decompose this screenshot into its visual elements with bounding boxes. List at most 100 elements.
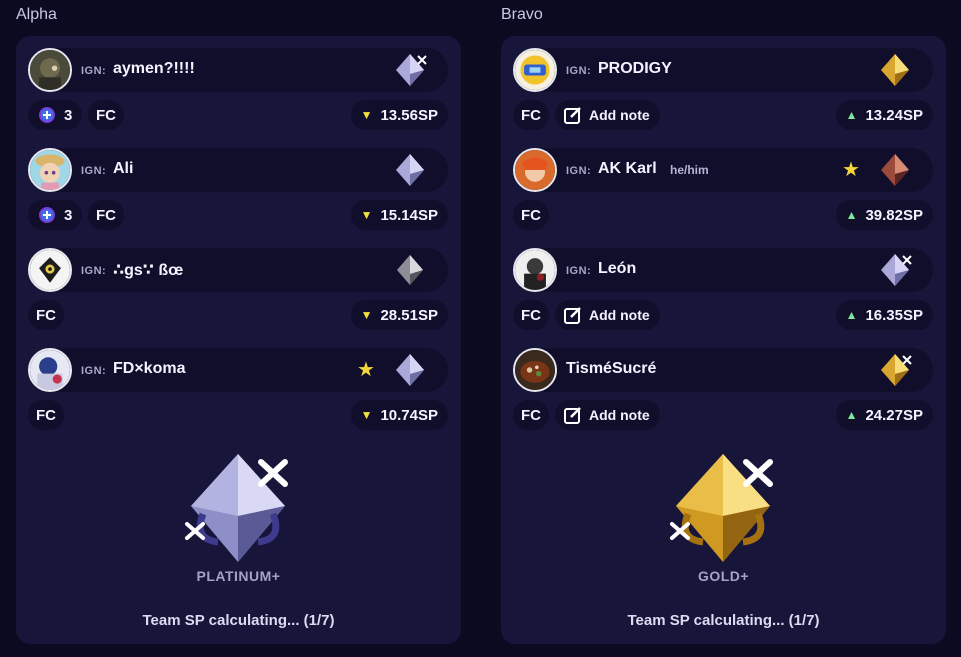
ign-prefix: IGN: [81,65,107,77]
player-name-bar[interactable]: TisméSucré [513,348,933,392]
add-note-button[interactable]: Add note [555,300,660,330]
player-avatar[interactable] [513,248,557,292]
player-avatar[interactable] [28,248,72,292]
add-note-label: Add note [589,407,650,423]
fc-label: FC [96,206,116,224]
player-avatar[interactable] [513,148,557,192]
sp-value: 13.24SP [865,106,923,124]
ign-prefix: IGN: [81,165,107,177]
edit-note-icon [564,307,581,324]
sp-badge: ▼ 13.56SP [350,100,448,130]
player-name-bar[interactable]: IGN: FD×koma ★ [28,348,448,392]
player-card[interactable]: TisméSucré FC Add note ▲ 24.27SP [513,348,933,434]
sp-badge: ▲ 13.24SP [835,100,933,130]
fc-label: FC [521,406,541,424]
sp-badge: ▲ 24.27SP [835,400,933,430]
gold-rank-icon [881,354,912,386]
ign-prefix: IGN: [81,365,107,377]
fc-label: FC [521,106,541,124]
player-avatar[interactable] [28,348,72,392]
plus-badge[interactable]: 3 [28,100,82,130]
fc-label: FC [36,406,56,424]
team-bravo-panel: IGN: PRODIGY FC Add note ▲ 13.24SP IGN: … [501,36,946,644]
player-avatar[interactable] [28,148,72,192]
add-note-label: Add note [589,307,650,323]
fc-label: FC [521,206,541,224]
plus-count: 3 [64,206,73,224]
team-rank-label: GOLD+ [697,568,750,584]
fc-button[interactable]: FC [513,400,549,430]
sp-value: 13.56SP [380,106,438,124]
ign-prefix: IGN: [566,265,592,277]
player-name: Ali [113,160,134,177]
platinum-rank-icon [396,154,424,186]
plus-circle-icon [39,107,55,123]
fc-button[interactable]: FC [88,100,124,130]
add-note-label: Add note [589,107,650,123]
player-name: ∴gs∵ ßœ [113,262,184,279]
player-name: FD×koma [113,360,186,377]
player-avatar[interactable] [513,48,557,92]
player-name: PRODIGY [598,60,672,77]
player-name-bar[interactable]: IGN: Ali [28,148,448,192]
player-avatar[interactable] [28,48,72,92]
player-card[interactable]: IGN: PRODIGY FC Add note ▲ 13.24SP [513,48,933,134]
sp-badge: ▲ 16.35SP [835,300,933,330]
fc-button[interactable]: FC [513,200,549,230]
player-avatar[interactable] [513,348,557,392]
gold-emblem-icon [670,454,773,562]
ign-prefix: IGN: [566,165,592,177]
player-name-bar[interactable]: IGN: AK Karl he/him ★ [513,148,933,192]
pronouns-label: he/him [670,163,709,177]
sp-badge: ▲ 39.82SP [835,200,933,230]
fc-button[interactable]: FC [513,100,549,130]
platinum-rank-icon [881,254,912,286]
fc-button[interactable]: FC [513,300,549,330]
gold-rank-icon [881,54,909,86]
player-name-bar[interactable]: IGN: ∴gs∵ ßœ [28,248,448,292]
team-alpha-panel: IGN: aymen?!!!! 3 FC ▼ 13.56SP IGN: Ali … [16,36,461,644]
player-name-bar[interactable]: IGN: León [513,248,933,292]
platinum-emblem-icon [185,454,288,562]
player-card[interactable]: IGN: Ali 3 FC ▼ 15.14SP [28,148,448,234]
sp-up-arrow-icon: ▲ [845,108,858,122]
sp-down-arrow-icon: ▼ [360,408,373,422]
sp-up-arrow-icon: ▲ [845,208,858,222]
sp-down-arrow-icon: ▼ [360,208,373,222]
sp-up-arrow-icon: ▲ [845,408,858,422]
team-sp-status: Team SP calculating... (1/7) [627,612,820,629]
add-note-button[interactable]: Add note [555,100,660,130]
player-card[interactable]: IGN: León FC Add note ▲ 16.35SP [513,248,933,334]
sp-value: 16.35SP [865,306,923,324]
team-alpha-label: Alpha [16,6,57,23]
star-icon[interactable]: ★ [842,160,862,180]
silver-rank-icon [397,255,423,285]
team-sp-status: Team SP calculating... (1/7) [142,612,335,629]
edit-note-icon [564,107,581,124]
bronze-rank-icon [881,154,909,186]
plus-circle-icon [39,207,55,223]
fc-button[interactable]: FC [88,200,124,230]
player-name: León [598,260,637,277]
player-card[interactable]: IGN: ∴gs∵ ßœ FC ▼ 28.51SP [28,248,448,334]
sp-down-arrow-icon: ▼ [360,108,373,122]
player-card[interactable]: IGN: FD×koma ★ FC ▼ 10.74SP [28,348,448,434]
sp-value: 24.27SP [865,406,923,424]
player-name-bar[interactable]: IGN: PRODIGY [513,48,933,92]
player-card[interactable]: IGN: aymen?!!!! 3 FC ▼ 13.56SP [28,48,448,134]
platinum-rank-icon [396,54,427,86]
player-name: AK Karl [598,160,657,177]
sp-value: 28.51SP [380,306,438,324]
fc-label: FC [96,106,116,124]
fc-button[interactable]: FC [28,400,64,430]
fc-button[interactable]: FC [28,300,64,330]
sp-badge: ▼ 15.14SP [350,200,448,230]
plus-count: 3 [64,106,73,124]
player-card[interactable]: IGN: AK Karl he/him ★ FC ▲ 39.82SP [513,148,933,234]
star-icon[interactable]: ★ [357,360,377,380]
sp-down-arrow-icon: ▼ [360,308,373,322]
fc-label: FC [521,306,541,324]
player-name-bar[interactable]: IGN: aymen?!!!! [28,48,448,92]
plus-badge[interactable]: 3 [28,200,82,230]
add-note-button[interactable]: Add note [555,400,660,430]
